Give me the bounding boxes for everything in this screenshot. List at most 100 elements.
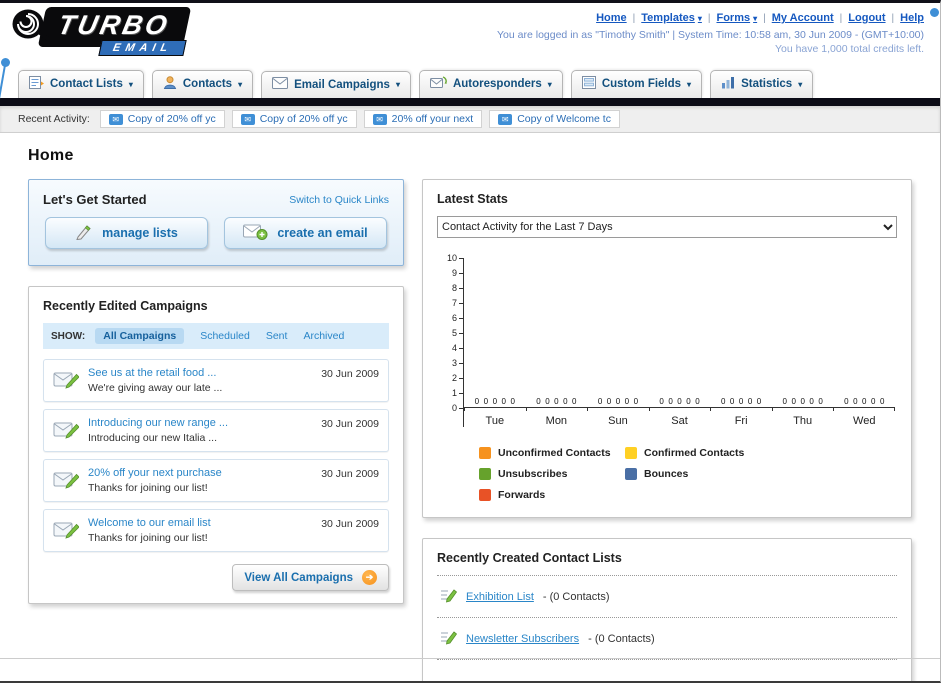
campaign-title-link[interactable]: Welcome to our email list — [88, 517, 312, 529]
value-label: 0 — [791, 397, 796, 406]
edit-campaign-icon — [53, 519, 80, 544]
chevron-down-icon: ▾ — [128, 79, 133, 89]
top-links: Home | Templates ▾ | Forms ▾ | My Account | Logout… — [596, 12, 924, 24]
email-icon: ✉ — [498, 113, 513, 125]
campaign-filter-tab-archived[interactable]: Archived — [303, 330, 344, 342]
contact-lists-panel: Recently Created Contact Lists Exhibitio… — [422, 538, 912, 681]
value-label: 0 — [756, 397, 762, 406]
contact-list-row[interactable]: Exhibition List - (0 Contacts) — [437, 576, 897, 618]
value-label: 0 — [862, 397, 867, 406]
chevron-down-icon: ▾ — [753, 13, 758, 23]
main-nav-tab-email-campaigns[interactable]: Email Campaigns ▾ — [261, 71, 411, 98]
contact-list-row[interactable]: Newsletter Subscribers - (0 Contacts) — [437, 618, 897, 660]
manage-lists-button[interactable]: manage lists — [45, 217, 208, 249]
x-axis-label: Wed — [853, 415, 876, 427]
autoresponders-icon — [429, 76, 447, 92]
top-link-forms[interactable]: Forms ▾ — [716, 12, 757, 24]
legend-swatch — [625, 447, 637, 459]
email-icon: ✉ — [240, 113, 255, 125]
top-link-templates[interactable]: Templates ▾ — [641, 12, 702, 24]
statistics-icon — [721, 76, 735, 92]
main-nav-tab-statistics[interactable]: Statistics ▾ — [710, 70, 814, 98]
view-all-campaigns-button[interactable]: View All Campaigns ➔ — [232, 564, 389, 591]
campaign-filter-bar: SHOW: All Campaigns Scheduled Sent Archived — [43, 323, 389, 349]
legend-bounces: Bounces — [625, 468, 771, 480]
top-link-help[interactable]: Help — [900, 12, 924, 24]
edit-campaign-icon — [53, 469, 80, 494]
campaign-list: See us at the retail food ... We're givi… — [43, 359, 389, 552]
campaign-row[interactable]: Welcome to our email list Thanks for joi… — [43, 509, 389, 552]
top-link-logout[interactable]: Logout — [848, 12, 885, 24]
recent-activity-item[interactable]: ✉ Copy of 20% off yc — [99, 110, 225, 128]
chart-group-wed: 00000 Wed — [833, 258, 896, 427]
credits-info: You have 1,000 total credits left. — [774, 43, 924, 55]
contact-activity-chart: 10 9 8 7 6 5 4 3 2 1 0 00000 Tue 00000 Mon 00000 S… — [437, 253, 897, 501]
x-axis-label: Tue — [485, 415, 505, 427]
header: TURBO EMAIL Home | Templates ▾ | Forms ▾ | My Ac… — [0, 3, 940, 67]
value-label: 0 — [729, 397, 735, 406]
campaign-row[interactable]: 20% off your next purchase Thanks for jo… — [43, 459, 389, 502]
value-label: 0 — [738, 397, 744, 406]
campaigns-panel: Recently Edited Campaigns SHOW: All Camp… — [28, 286, 404, 604]
campaign-title-link[interactable]: See us at the retail food ... — [88, 367, 312, 379]
campaign-filter-tab-sent[interactable]: Sent — [266, 330, 288, 342]
top-link-my-account[interactable]: My Account — [772, 12, 834, 24]
value-label: 0 — [853, 397, 858, 406]
recent-activity-label: Recent Activity: — [18, 113, 90, 125]
campaign-row[interactable]: Introducing our new range ... Introducin… — [43, 409, 389, 452]
arrow-icon: ➔ — [362, 570, 377, 585]
campaign-title-link[interactable]: 20% off your next purchase — [88, 467, 312, 479]
campaign-filter-tabs: All Campaigns Scheduled Sent Archived — [95, 328, 344, 344]
value-label: 0 — [563, 397, 568, 406]
get-started-panel: Let's Get Started Switch to Quick Links … — [28, 179, 404, 266]
chevron-down-icon: ▾ — [547, 79, 552, 89]
value-label: 0 — [483, 397, 489, 406]
app-logo[interactable]: TURBO EMAIL — [12, 7, 192, 56]
top-link-home[interactable]: Home — [596, 12, 627, 24]
latest-stats-panel: Latest Stats Contact Activity for the La… — [422, 179, 912, 518]
link-separator: | — [763, 12, 766, 24]
value-label: 0 — [809, 397, 814, 406]
main-nav-tab-contact-lists[interactable]: Contact Lists ▾ — [18, 70, 144, 98]
main-nav-tab-contacts[interactable]: Contacts ▾ — [151, 70, 254, 98]
value-label: 0 — [572, 397, 577, 406]
campaign-date: 30 Jun 2009 — [321, 418, 379, 430]
stats-range-select[interactable]: Contact Activity for the Last 7 Days — [437, 216, 897, 238]
login-info: You are logged in as "Timothy Smith" | S… — [497, 29, 924, 41]
link-separator: | — [632, 12, 636, 24]
campaign-filter-tab-all-campaigns[interactable]: All Campaigns — [95, 328, 185, 344]
value-label: 0 — [668, 397, 673, 406]
chevron-down-icon: ▾ — [395, 80, 400, 89]
value-label: 0 — [545, 397, 550, 406]
main-nav-tab-autoresponders[interactable]: Autoresponders ▾ — [418, 70, 563, 98]
value-label: 0 — [624, 397, 630, 406]
edit-list-icon — [439, 586, 458, 607]
legend-swatch — [479, 447, 491, 459]
contact-list-link[interactable]: Newsletter Subscribers — [466, 633, 579, 645]
get-started-buttons: manage lists create an email — [43, 217, 389, 253]
show-label: SHOW: — [51, 330, 86, 342]
campaign-title-link[interactable]: Introducing our new range ... — [88, 417, 312, 429]
x-axis-label: Thu — [793, 415, 813, 427]
recent-activity-item[interactable]: ✉ Copy of Welcome tc — [489, 110, 620, 128]
recent-activity-bar: Recent Activity: ✉ Copy of 20% off yc ✉ Cop… — [0, 106, 940, 133]
contact-list-link[interactable]: Exhibition List — [466, 591, 534, 603]
switch-quick-links-link[interactable]: Switch to Quick Links — [289, 194, 389, 206]
campaign-row[interactable]: See us at the retail food ... We're givi… — [43, 359, 389, 402]
campaign-date: 30 Jun 2009 — [321, 468, 379, 480]
recent-activity-item[interactable]: ✉ Copy of 20% off yc — [231, 110, 357, 128]
value-label: 0 — [606, 397, 612, 406]
legend-forwards: Forwards — [479, 489, 625, 501]
edit-campaign-icon — [53, 369, 80, 394]
campaign-subtitle: We're giving away our late ... — [88, 382, 223, 394]
main-nav-tab-custom-fields[interactable]: Custom Fields ▾ — [570, 70, 703, 98]
email-icon: ✉ — [372, 113, 387, 125]
campaign-filter-tab-scheduled[interactable]: Scheduled — [200, 330, 250, 342]
create-an-email-button[interactable]: create an email — [224, 217, 387, 249]
edit-campaign-icon — [53, 419, 80, 444]
chart-group-sat: 00000 Sat — [648, 258, 711, 427]
footer-divider — [0, 658, 940, 659]
value-label: 0 — [510, 397, 515, 406]
recent-activity-item[interactable]: ✉ 20% off your next — [363, 110, 483, 128]
value-label: 0 — [633, 397, 639, 406]
